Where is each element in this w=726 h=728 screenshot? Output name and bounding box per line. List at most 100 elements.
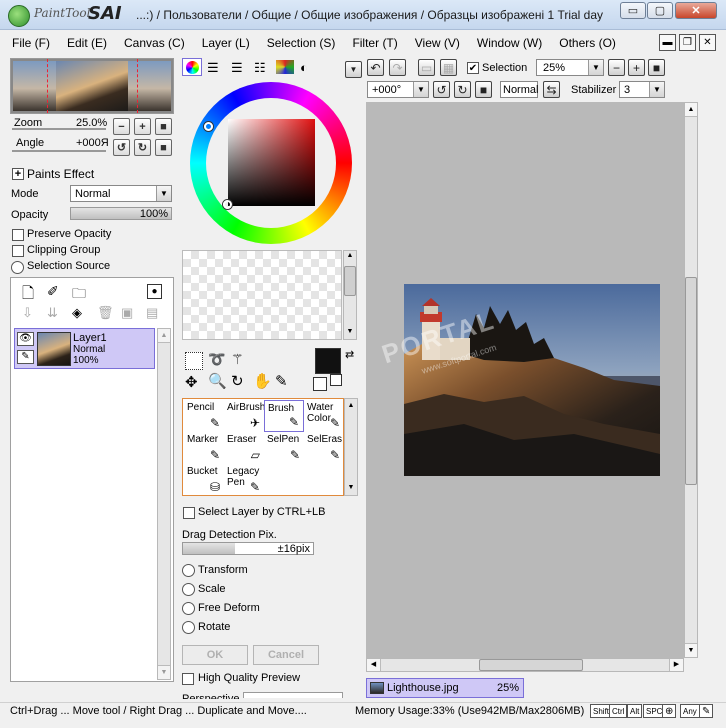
delete-layer-icon[interactable]: 🗑	[97, 305, 114, 321]
tool-pencil[interactable]: Pencil ✎	[184, 400, 224, 432]
tool-legacy-pen[interactable]: Legacy Pen ✎	[224, 464, 264, 496]
zoom-out-button[interactable]: −	[113, 118, 130, 135]
clipping-group-checkbox[interactable]	[12, 245, 24, 257]
zoom-tool-icon[interactable]: 🔍	[208, 372, 227, 390]
layer-row[interactable]: 👁 ✎ Layer1 Normal 100%	[14, 328, 155, 369]
tool-airbrush[interactable]: AirBrush ✈	[224, 400, 265, 432]
rotate-radio[interactable]	[182, 621, 195, 634]
hue-marker[interactable]	[204, 122, 213, 131]
drag-detection-slider[interactable]: ±16pix	[182, 542, 314, 555]
tool-brush[interactable]: Brush ✎	[264, 400, 304, 432]
view-mode-field[interactable]: Normal	[500, 81, 538, 98]
document-tab[interactable]: Lighthouse.jpg 25%	[366, 678, 524, 698]
tool-eraser[interactable]: Eraser ▱	[224, 432, 264, 464]
free-deform-radio[interactable]	[182, 602, 195, 615]
canvas-rotate-left-button[interactable]: ↺	[433, 81, 450, 98]
perspective-field[interactable]	[243, 692, 343, 698]
rotate-reset-button[interactable]: ■	[155, 139, 172, 156]
transform-radio[interactable]	[182, 564, 195, 577]
scratchpad-tab-icon[interactable]: ◐	[300, 60, 308, 75]
zoom-reset-button[interactable]: ■	[155, 118, 172, 135]
rgb-slider-tab-icon[interactable]: ☰	[207, 60, 219, 76]
canvas-zoom-dropdown[interactable]: 25% ▼	[536, 59, 604, 76]
tool-grid-scrollbar[interactable]: ▲ ▼	[344, 398, 358, 496]
swap-colors-icon[interactable]: ⇄	[345, 348, 354, 361]
hand-tool-icon[interactable]: ✋	[253, 372, 272, 390]
redo-button[interactable]: ↷	[389, 59, 406, 76]
rotate-right-button[interactable]: ↻	[134, 139, 151, 156]
high-quality-checkbox[interactable]	[182, 673, 194, 685]
stabilizer-dropdown[interactable]: 3 ▼	[619, 81, 665, 98]
menu-canvas[interactable]: Canvas (C)	[116, 36, 194, 50]
scratchpad-scrollbar[interactable]: ▲ ▼	[343, 250, 357, 340]
mdi-minimize-button[interactable]: ▬	[659, 34, 676, 51]
rotate-tool-icon[interactable]: ↻	[231, 372, 244, 390]
swatches-tab-icon[interactable]	[276, 60, 294, 74]
menu-window[interactable]: Window (W)	[469, 36, 551, 50]
undo-button[interactable]: ↶	[367, 59, 384, 76]
apply-mask-icon[interactable]: ▣	[121, 305, 133, 321]
move-tool-icon[interactable]: ✥	[185, 373, 198, 391]
canvas-rotate-right-button[interactable]: ↻	[454, 81, 471, 98]
scale-radio[interactable]	[182, 583, 195, 596]
selection-checkbox[interactable]: ✔	[467, 62, 479, 74]
maximize-button[interactable]: ▢	[647, 2, 673, 19]
minimize-button[interactable]: ▭	[620, 2, 646, 19]
eye-icon[interactable]: 👁	[17, 332, 34, 346]
pen-lock-icon[interactable]: ✎	[17, 350, 34, 364]
sv-marker[interactable]	[223, 200, 232, 209]
close-button[interactable]: ✕	[675, 2, 717, 19]
transparent-color-swatch[interactable]	[330, 374, 342, 386]
tool-selpen[interactable]: SelPen ✎	[264, 432, 304, 464]
primary-color-swatch[interactable]	[315, 348, 341, 374]
ok-button[interactable]: OK	[182, 645, 248, 665]
preserve-opacity-checkbox[interactable]	[12, 229, 24, 241]
new-linework-layer-icon[interactable]: ✐	[47, 283, 59, 300]
scratchpad[interactable]	[182, 250, 342, 340]
eyedropper-icon[interactable]: ✎	[275, 372, 288, 390]
selection-source-radio[interactable]	[11, 261, 24, 274]
navigator-preview[interactable]	[10, 58, 174, 114]
zoom-in-button[interactable]: +	[134, 118, 151, 135]
menu-others[interactable]: Others (O)	[551, 36, 625, 50]
clear-layer-icon[interactable]: ◈	[72, 305, 82, 321]
flip-horizontal-button[interactable]: ⇆	[543, 81, 560, 98]
toolbar-menu-button[interactable]: ▼	[345, 61, 362, 78]
tool-watercolor[interactable]: Water Color ✎	[304, 400, 344, 432]
select-layer-checkbox[interactable]	[183, 507, 195, 519]
menu-file[interactable]: File (F)	[4, 36, 59, 50]
lasso-tool-icon[interactable]: ➰	[208, 351, 225, 368]
tool-seleras[interactable]: SelEras ✎	[304, 432, 344, 464]
opacity-slider[interactable]: 100%	[70, 207, 172, 220]
new-folder-icon[interactable]: 🗀	[72, 283, 86, 307]
secondary-color-swatch[interactable]	[313, 377, 327, 391]
marquee-tool-icon[interactable]	[185, 352, 203, 370]
canvas-vertical-scrollbar[interactable]: ▲ ▼	[684, 102, 698, 658]
layer-mask-icon[interactable]: ●	[147, 284, 162, 299]
menu-view[interactable]: View (V)	[407, 36, 469, 50]
canvas-zoom-reset-button[interactable]: ■	[648, 59, 665, 76]
magic-wand-icon[interactable]: ⚚	[231, 351, 244, 368]
layer-list-scrollbar[interactable]: ▲ ▼	[157, 328, 171, 680]
canvas-zoom-out-button[interactable]: −	[608, 59, 625, 76]
canvas-angle-dropdown[interactable]: +000° ▼	[367, 81, 429, 98]
cancel-button[interactable]: Cancel	[253, 645, 319, 665]
color-swatch-tab-icon[interactable]: ☷	[254, 60, 266, 76]
invert-selection-button[interactable]: ▦	[440, 59, 457, 76]
sv-square[interactable]	[228, 119, 315, 206]
paints-effect-toggle[interactable]: +	[12, 168, 24, 180]
canvas-horizontal-scrollbar[interactable]: ◀ ▶	[366, 658, 684, 672]
menu-filter[interactable]: Filter (T)	[344, 36, 406, 50]
transfer-down-icon[interactable]: ⇩	[22, 305, 33, 321]
nav-angle-slider[interactable]	[12, 150, 106, 152]
mdi-restore-button[interactable]: ❐	[679, 34, 696, 51]
menu-edit[interactable]: Edit (E)	[59, 36, 116, 50]
rotate-left-button[interactable]: ↺	[113, 139, 130, 156]
deselect-button[interactable]: ▭	[418, 59, 435, 76]
hsv-slider-tab-icon[interactable]: ☰	[231, 60, 243, 76]
color-wheel-tab[interactable]	[182, 58, 202, 76]
canvas-image[interactable]	[404, 284, 660, 476]
merge-mask-icon[interactable]: ▤	[146, 305, 158, 321]
canvas-zoom-in-button[interactable]: +	[628, 59, 645, 76]
tool-marker[interactable]: Marker ✎	[184, 432, 224, 464]
